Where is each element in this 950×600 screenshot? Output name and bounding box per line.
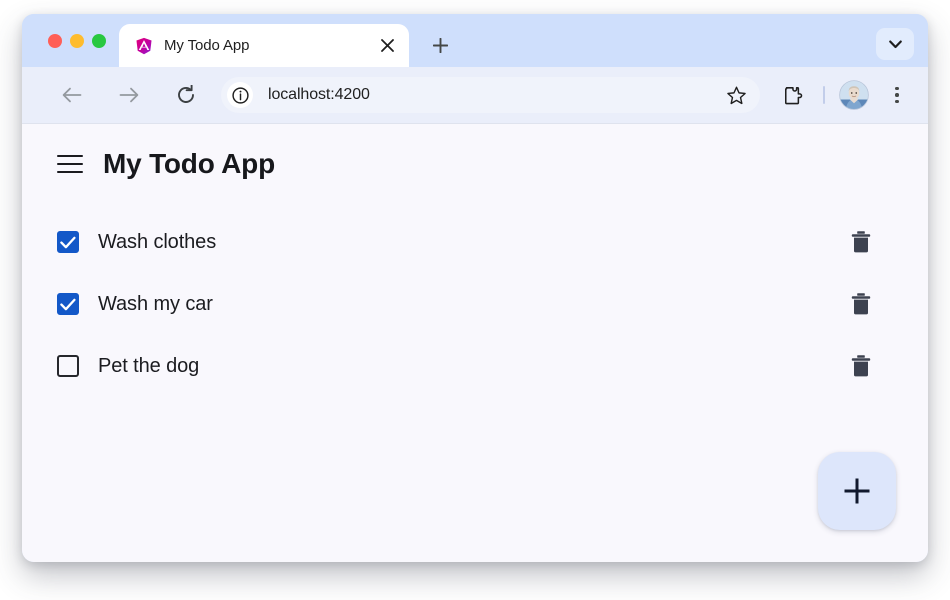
plus-icon	[844, 478, 870, 504]
page-title: My Todo App	[103, 148, 275, 179]
delete-todo-button[interactable]	[848, 353, 874, 379]
plus-icon	[432, 37, 448, 53]
todo-label: Wash my car	[98, 292, 213, 315]
back-button[interactable]	[54, 77, 90, 113]
bookmark-button[interactable]	[722, 81, 750, 109]
todo-list-item[interactable]: Pet the dog	[57, 335, 928, 397]
menu-dot-2	[895, 93, 899, 97]
menu-dot-3	[895, 99, 899, 104]
star-icon	[726, 86, 746, 104]
tab-close-icon[interactable]	[375, 34, 399, 58]
app-header: My Todo App	[22, 124, 928, 178]
browser-window: My Todo App localhost:4200 My Todo App W…	[22, 14, 928, 562]
tab-strip: My Todo App	[22, 14, 928, 67]
minimize-window-button[interactable]	[70, 33, 84, 48]
todo-list-item[interactable]: Wash my car	[57, 273, 928, 335]
reload-button[interactable]	[168, 77, 204, 113]
back-arrow-icon	[62, 87, 82, 103]
delete-todo-button[interactable]	[848, 229, 874, 255]
todo-label: Pet the dog	[98, 354, 200, 377]
add-todo-button[interactable]	[818, 452, 896, 530]
todo-checkbox-pet-the-dog[interactable]	[57, 355, 79, 377]
hamburger-line-1	[57, 155, 83, 157]
browser-tab[interactable]: My Todo App	[119, 24, 409, 67]
check-icon	[60, 236, 76, 248]
maximize-window-button[interactable]	[92, 33, 106, 48]
trash-icon	[851, 355, 871, 377]
todo-list-item[interactable]: Wash clothes	[57, 211, 928, 273]
hamburger-line-3	[57, 171, 83, 173]
angular-logo-icon	[136, 37, 152, 54]
chevron-down-icon	[888, 40, 902, 48]
browser-toolbar: localhost:4200	[22, 67, 928, 124]
delete-todo-button[interactable]	[848, 291, 874, 317]
forward-arrow-icon	[119, 87, 139, 103]
hamburger-menu-icon[interactable]	[57, 154, 83, 174]
menu-dot-1	[895, 86, 899, 91]
tab-title: My Todo App	[164, 37, 250, 54]
tab-search-button[interactable]	[876, 28, 914, 60]
trash-icon	[851, 293, 871, 315]
puzzle-piece-icon	[784, 86, 802, 104]
url-text[interactable]: localhost:4200	[268, 86, 722, 104]
todo-label: Wash clothes	[98, 230, 217, 253]
site-info-button[interactable]	[227, 82, 253, 108]
todo-checkbox-wash-my-car[interactable]	[57, 293, 79, 315]
trash-icon	[851, 231, 871, 253]
profile-avatar[interactable]	[839, 80, 869, 110]
page-content: My Todo App Wash clothes Wash my car Pet…	[22, 124, 928, 562]
window-traffic-lights	[22, 14, 119, 67]
forward-button[interactable]	[111, 77, 147, 113]
new-tab-button[interactable]	[423, 28, 457, 62]
close-icon	[380, 39, 394, 52]
close-window-button[interactable]	[48, 33, 62, 48]
todo-list: Wash clothes Wash my car Pet the dog	[22, 211, 928, 397]
browser-menu-button[interactable]	[882, 79, 912, 111]
info-icon	[231, 86, 249, 104]
todo-checkbox-wash-clothes[interactable]	[57, 231, 79, 253]
address-bar[interactable]: localhost:4200	[221, 77, 760, 113]
toolbar-divider	[823, 86, 825, 104]
extensions-button[interactable]	[775, 78, 809, 112]
reload-icon	[178, 85, 194, 103]
check-icon	[60, 298, 76, 310]
hamburger-line-2	[57, 163, 83, 165]
